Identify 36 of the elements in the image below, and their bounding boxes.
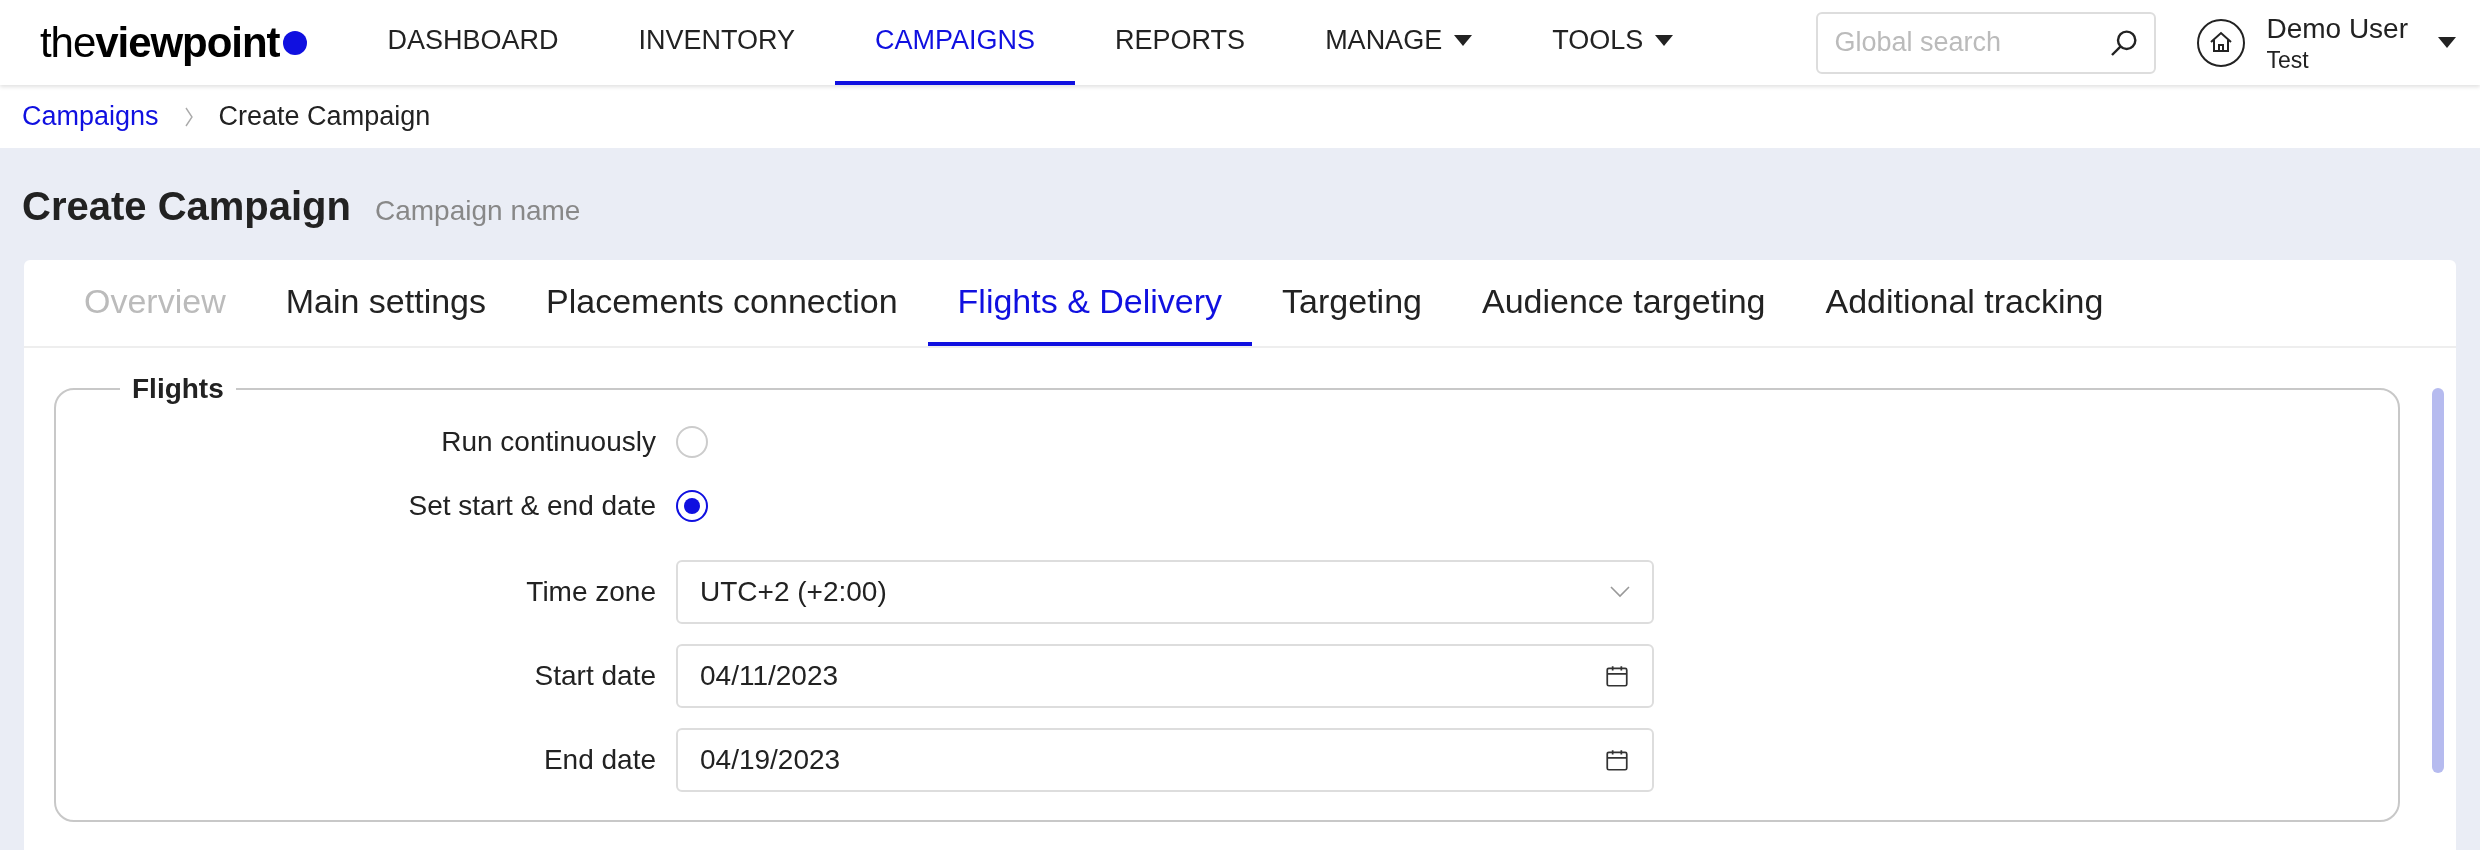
tab[interactable]: Targeting	[1252, 260, 1452, 346]
tab[interactable]: Main settings	[255, 260, 517, 346]
scrollbar-thumb[interactable]	[2432, 388, 2444, 773]
nav-item[interactable]: INVENTORY	[598, 0, 836, 85]
section-title: Flights	[131, 372, 225, 406]
home-icon[interactable]	[2196, 17, 2247, 68]
date-field[interactable]: 04/19/2023	[676, 728, 1654, 792]
caret-icon[interactable]	[2438, 37, 2456, 48]
radio-label: Set start & end date	[407, 489, 656, 523]
date-field[interactable]: 04/11/2023	[676, 644, 1654, 708]
nav-item[interactable]: TOOLS	[1512, 0, 1714, 85]
nav-item[interactable]: MANAGE	[1285, 0, 1513, 85]
campaign-name: Campaign name	[375, 194, 581, 228]
radio-label: Run continuously	[440, 425, 656, 459]
user-name: Demo User	[2266, 11, 2408, 46]
chevron-down-icon	[1610, 586, 1630, 598]
calendar-icon	[1604, 747, 1630, 773]
search-field[interactable]: Global search	[1816, 11, 2157, 74]
tab[interactable]: Additional tracking	[1795, 260, 2134, 346]
field-label: Time zone	[525, 575, 656, 609]
account-name: Test	[2266, 45, 2310, 75]
field-label: End date	[542, 743, 656, 777]
logo[interactable]: theviewpoint	[40, 11, 308, 74]
breadcrumb-current: Create Campaign	[218, 100, 431, 134]
chevron-right-icon	[184, 106, 193, 127]
calendar-icon	[1604, 663, 1630, 689]
select-field[interactable]: UTC+2 (+2:00)	[676, 560, 1654, 624]
tab[interactable]: Placements connection	[516, 260, 928, 346]
nav-item[interactable]: REPORTS	[1075, 0, 1286, 85]
breadcrumb-link[interactable]: Campaigns	[22, 96, 159, 137]
tab[interactable]: Audience targeting	[1451, 260, 1796, 346]
page-title: Create Campaign	[22, 183, 351, 230]
tab[interactable]: Flights & Delivery	[927, 260, 1253, 346]
nav-item[interactable]: DASHBOARD	[347, 0, 599, 85]
field-label: Start date	[533, 659, 656, 693]
radio-button[interactable]	[676, 490, 708, 522]
